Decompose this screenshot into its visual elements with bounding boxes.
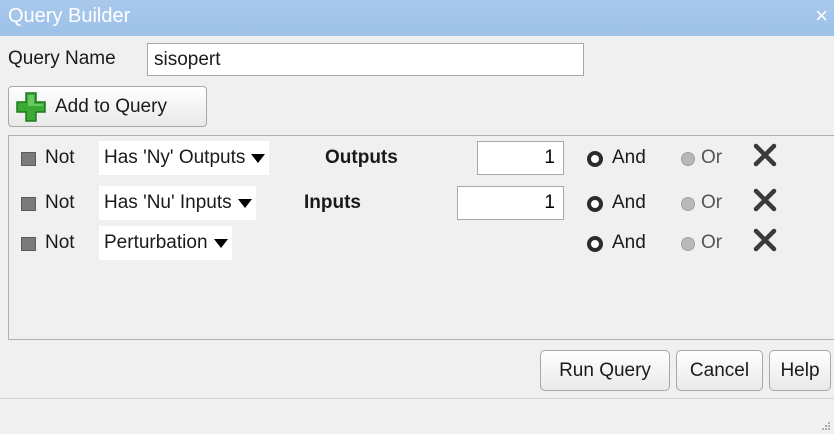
not-label: Not [45,192,75,213]
condition-dropdown[interactable]: Has 'Ny' Outputs [99,141,270,175]
count-input[interactable] [477,141,564,175]
and-label: And [612,192,646,213]
and-label: And [612,147,646,168]
condition-dropdown[interactable]: Perturbation [99,226,232,260]
add-to-query-label: Add to Query [55,95,167,117]
or-label: Or [701,192,723,213]
close-button[interactable]: × [815,4,828,28]
delete-criterion-icon[interactable] [751,186,779,214]
not-checkbox[interactable] [21,197,36,211]
unit-label: Inputs [304,192,361,213]
count-input[interactable] [457,186,564,220]
criteria-row: Not Perturbation And Or [9,225,829,261]
dropdown-caret-icon [251,153,266,163]
query-builder-window: Query Builder × Query Name Add to Query … [0,0,834,434]
not-label: Not [45,147,75,168]
cancel-button[interactable]: Cancel [676,350,763,391]
unit-label: Outputs [325,147,398,168]
and-radio-selected[interactable] [587,236,603,252]
not-label: Not [45,232,75,253]
or-radio[interactable] [681,237,695,251]
query-name-label: Query Name [8,48,116,69]
window-title: Query Builder [8,5,131,27]
condition-dropdown-value: Has 'Nu' Inputs [104,192,232,213]
delete-criterion-icon[interactable] [751,141,779,169]
help-button[interactable]: Help [769,350,831,391]
condition-dropdown-value: Perturbation [104,232,208,253]
not-checkbox[interactable] [21,237,36,251]
query-name-input[interactable] [147,43,584,76]
delete-criterion-icon[interactable] [751,226,779,254]
dropdown-caret-icon [213,238,228,248]
green-plus-icon [16,91,46,122]
run-query-button[interactable]: Run Query [540,350,670,391]
criteria-row: Not Has 'Ny' Outputs Outputs And Or [9,140,829,176]
condition-dropdown[interactable]: Has 'Nu' Inputs [99,186,256,220]
or-label: Or [701,147,723,168]
add-to-query-button[interactable]: Add to Query [8,86,207,127]
title-bar[interactable]: Query Builder × [0,0,834,36]
condition-dropdown-value: Has 'Ny' Outputs [104,147,246,168]
dropdown-caret-icon [237,198,252,208]
or-radio[interactable] [681,197,695,211]
and-label: And [612,232,646,253]
resize-grip-icon[interactable] [819,419,831,431]
and-radio-selected[interactable] [587,151,603,167]
criteria-panel: Not Has 'Ny' Outputs Outputs And Or Not … [8,135,834,340]
not-checkbox[interactable] [21,152,36,166]
status-bar [0,398,834,434]
or-radio[interactable] [681,152,695,166]
and-radio-selected[interactable] [587,196,603,212]
or-label: Or [701,232,723,253]
criteria-row: Not Has 'Nu' Inputs Inputs And Or [9,185,829,221]
